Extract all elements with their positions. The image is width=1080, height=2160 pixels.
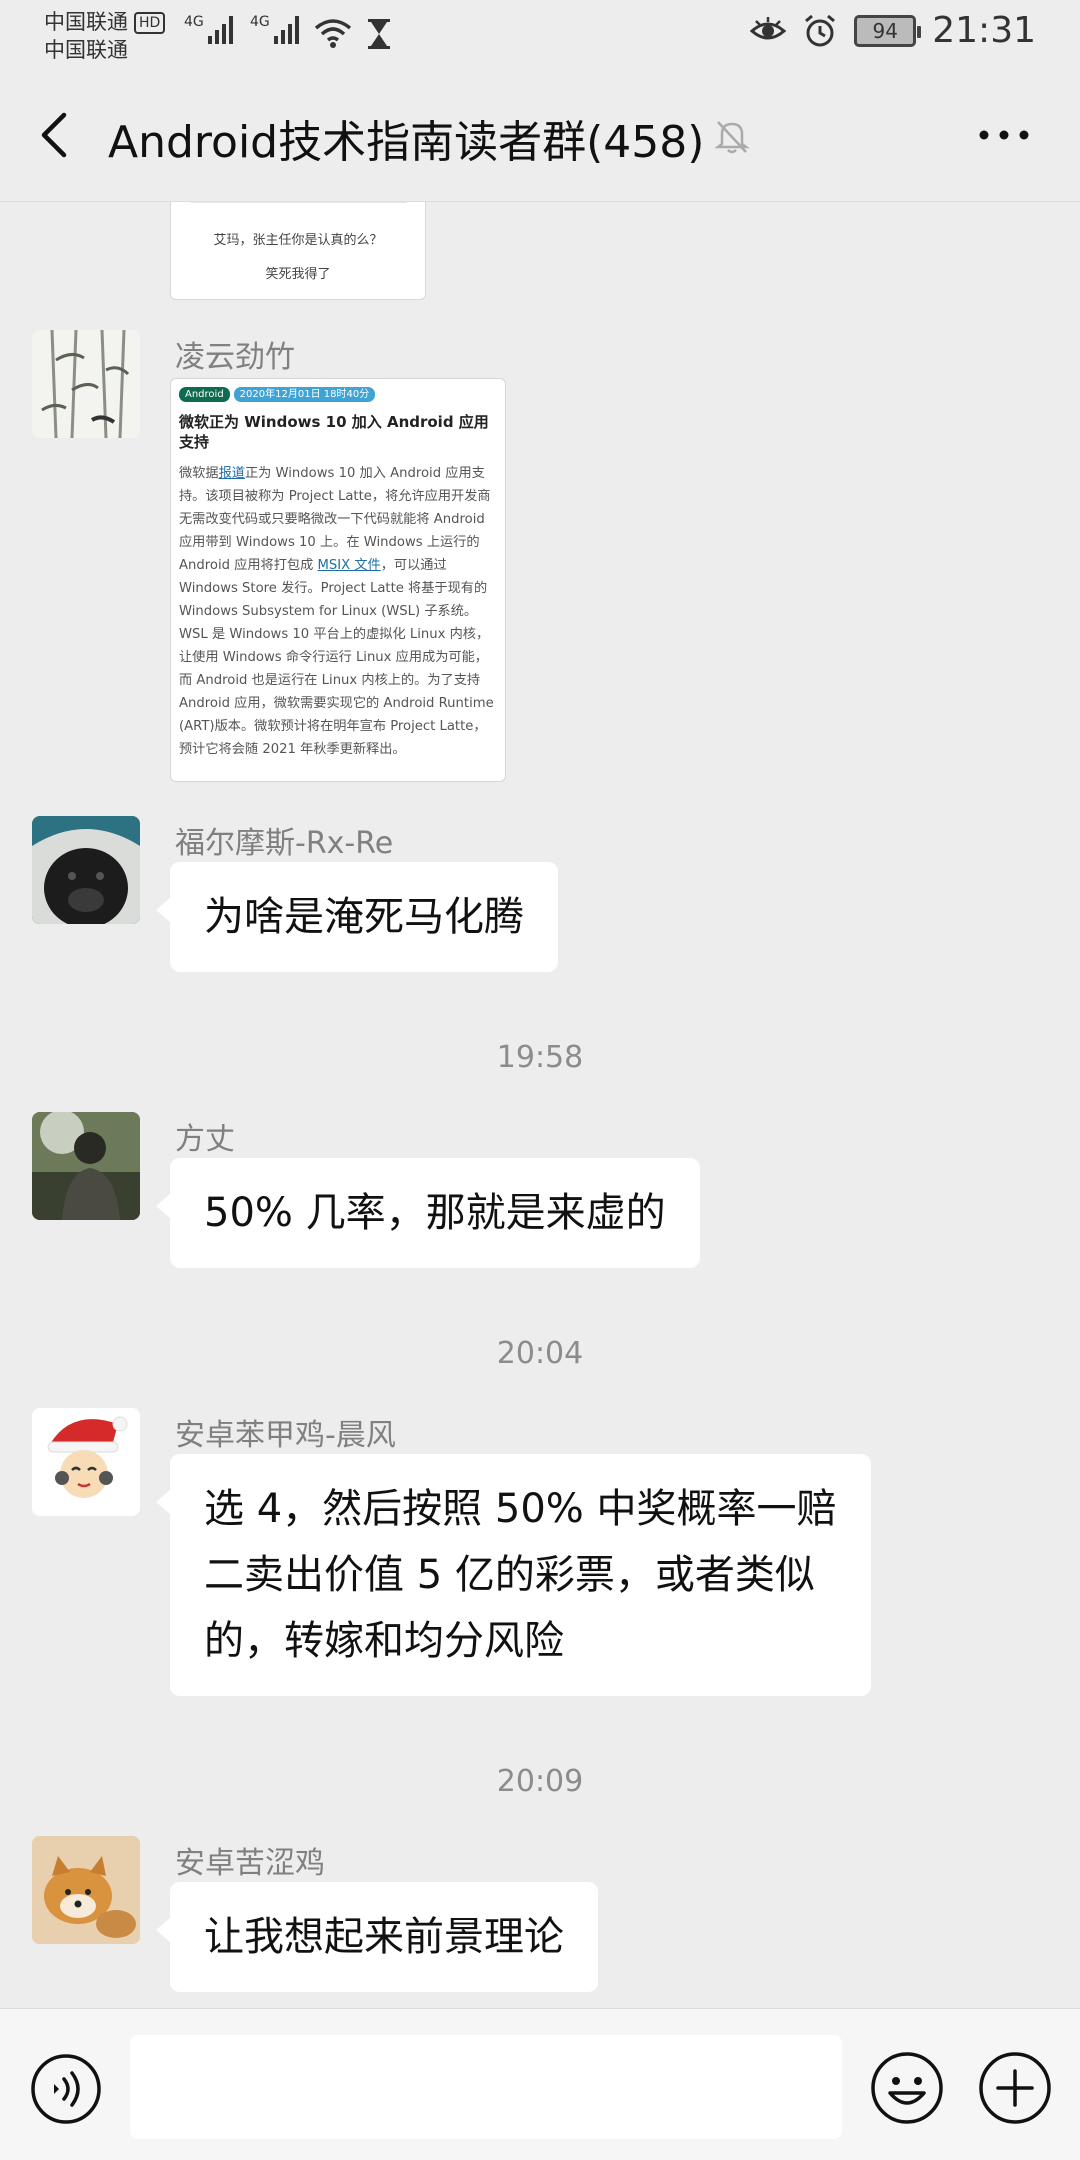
signal-bars-1-icon	[208, 14, 234, 44]
message-bubble-multiline[interactable]: 选 4，然后按照 50% 中奖概率一赔 二卖出价值 5 亿的彩票，或者类似 的，…	[156, 1454, 871, 1696]
article-text: 微软据	[179, 466, 219, 481]
more-options-icon[interactable]	[974, 120, 1034, 150]
chat-title: Android技术指南读者群(458)	[108, 117, 705, 168]
network-type-2: 4G	[250, 14, 270, 30]
card-line-2: 笑死我得了	[265, 267, 331, 282]
article-link-report: 报道	[218, 466, 245, 481]
message-list[interactable]: 艾玛，张主任你是认真的么？ 笑死我得了 凌云劲竹 Android 2020年12…	[0, 202, 1080, 2008]
article-text: ，可以通过 Windows Store 发行。Project Latte 将基于…	[179, 558, 494, 757]
avatar-lingyun[interactable]	[32, 330, 140, 438]
sender-name: 凌云劲竹	[175, 340, 295, 375]
hd-badge: HD	[134, 12, 166, 34]
sender-name: 方丈	[175, 1122, 235, 1157]
network-type-1: 4G	[184, 14, 204, 30]
clock: 21:31	[932, 10, 1036, 51]
message-line: 的，转嫁和均分风险	[204, 1618, 564, 1664]
signal-2: 4G	[250, 14, 300, 44]
bamboo-avatar-icon	[32, 330, 140, 438]
card-divider	[191, 202, 407, 203]
hourglass-icon	[368, 19, 390, 49]
timestamp: 19:58	[496, 1040, 584, 1075]
emoji-icon[interactable]	[870, 2051, 944, 2125]
carrier-info: 中国联通 HD 中国联通	[44, 8, 166, 64]
image-message-article[interactable]: Android 2020年12月01日 18时40分 微软正为 Windows …	[170, 378, 506, 782]
shiba-dog-avatar-icon	[32, 1836, 140, 1944]
battery-indicator: 94	[854, 14, 922, 47]
article-tags: Android 2020年12月01日 18时40分	[179, 387, 497, 402]
article-link-msix: MSIX 文件	[317, 558, 381, 573]
sender-name: 安卓苦涩鸡	[175, 1846, 325, 1881]
avatar-fangzhang[interactable]	[32, 1112, 140, 1220]
voice-input-icon[interactable]	[30, 2053, 102, 2125]
carrier-2: 中国联通	[44, 38, 128, 62]
santa-hat-cartoon-avatar-icon	[32, 1408, 140, 1516]
add-plus-icon[interactable]	[978, 2051, 1052, 2125]
article-body: 微软据报道正为 Windows 10 加入 Android 应用支持。该项目被称…	[179, 462, 497, 761]
signal-bars-2-icon	[274, 14, 300, 44]
tag-date: 2020年12月01日 18时40分	[233, 387, 376, 402]
back-arrow-icon[interactable]	[34, 110, 74, 160]
mute-bell-icon	[714, 121, 750, 154]
honey-badger-avatar-icon	[32, 816, 140, 924]
carrier-1: 中国联通	[44, 10, 128, 34]
sender-name: 安卓苯甲鸡-晨风	[175, 1418, 396, 1453]
message-bubble[interactable]: 让我想起来前景理论	[156, 1882, 598, 1992]
signal-1: 4G	[184, 14, 234, 44]
image-message-partial[interactable]: 艾玛，张主任你是认真的么？ 笑死我得了	[170, 202, 426, 300]
chat-header: Android技术指南读者群(458)	[0, 66, 1080, 202]
alarm-icon	[805, 14, 836, 46]
input-bar	[0, 2008, 1080, 2160]
message-input[interactable]	[130, 2035, 842, 2139]
card-line-1: 艾玛，张主任你是认真的么？	[213, 233, 383, 248]
avatar-kuseji[interactable]	[32, 1836, 140, 1944]
timestamp: 20:04	[496, 1336, 584, 1371]
timestamp: 20:09	[496, 1764, 584, 1799]
message-line: 选 4，然后按照 50% 中奖概率一赔	[204, 1486, 837, 1532]
avatar-chenfeng[interactable]	[32, 1408, 140, 1516]
tag-android: Android	[179, 387, 230, 402]
sender-name: 福尔摩斯-Rx-Re	[175, 826, 394, 861]
eye-icon	[750, 16, 787, 39]
avatar-holmes[interactable]	[32, 816, 140, 924]
message-bubble[interactable]: 为啥是淹死马化腾	[156, 862, 558, 972]
wifi-icon	[314, 19, 352, 48]
message-line: 二卖出价值 5 亿的彩票，或者类似	[204, 1552, 815, 1598]
article-text: 正为 Windows 10 加入 Android 应用支持。该项目被称为 Pro…	[179, 466, 491, 573]
message-bubble[interactable]: 50% 几率，那就是来虚的	[156, 1158, 700, 1268]
person-photo-avatar-icon	[32, 1112, 140, 1220]
article-title: 微软正为 Windows 10 加入 Android 应用支持	[179, 413, 489, 451]
status-bar: 中国联通 HD 中国联通 4G 4G 94 21:31	[0, 0, 1080, 66]
